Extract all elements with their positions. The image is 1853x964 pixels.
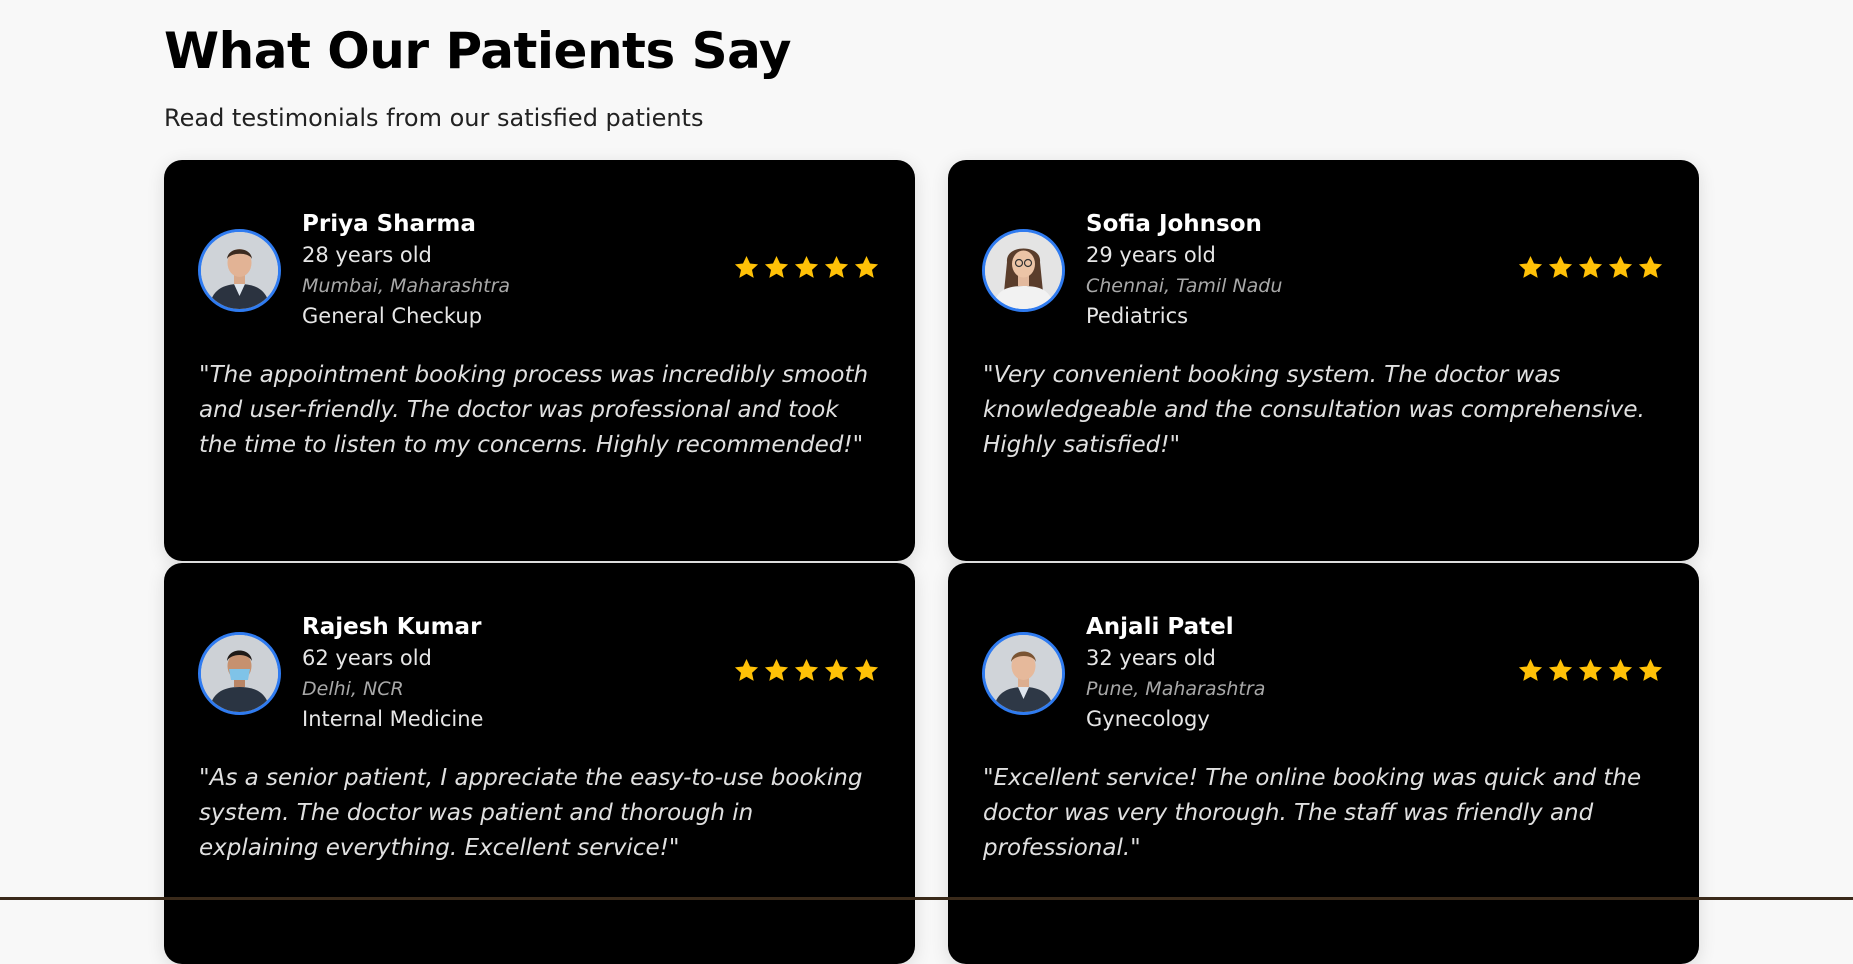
star-rating <box>1517 254 1664 281</box>
star-icon <box>793 254 820 281</box>
star-icon <box>1517 657 1544 684</box>
avatar <box>982 229 1065 312</box>
patient-info: Rajesh Kumar 62 years old Delhi, NCR Int… <box>302 611 483 735</box>
person-avatar-icon <box>201 232 278 309</box>
patient-info: Priya Sharma 28 years old Mumbai, Mahara… <box>302 208 510 332</box>
star-icon <box>793 657 820 684</box>
testimonial-quote: "Excellent service! The online booking w… <box>983 765 1642 861</box>
star-icon <box>1637 657 1664 684</box>
patient-age: 32 years old <box>1086 646 1216 670</box>
star-icon <box>763 254 790 281</box>
patient-name: Priya Sharma <box>302 211 476 237</box>
star-icon <box>763 657 790 684</box>
patient-location: Mumbai, Maharashtra <box>302 275 511 297</box>
star-icon <box>1577 657 1604 684</box>
star-icon <box>853 657 880 684</box>
testimonial-card: Priya Sharma 28 years old Mumbai, Mahara… <box>164 160 915 561</box>
patient-info: Sofia Johnson 29 years old Chennai, Tami… <box>1086 208 1282 332</box>
patient-location: Delhi, NCR <box>302 678 404 700</box>
testimonial-card: Rajesh Kumar 62 years old Delhi, NCR Int… <box>164 563 915 964</box>
testimonial-card: Sofia Johnson 29 years old Chennai, Tami… <box>948 160 1699 561</box>
avatar <box>198 229 281 312</box>
patient-specialty: General Checkup <box>302 304 483 328</box>
testimonial-quote: "Very convenient booking system. The doc… <box>983 362 1645 458</box>
star-icon <box>733 254 760 281</box>
patient-name: Sofia Johnson <box>1086 211 1262 237</box>
testimonial-quote: "The appointment booking process was inc… <box>199 362 869 458</box>
star-icon <box>823 657 850 684</box>
person-avatar-icon <box>201 635 278 712</box>
patient-specialty: Internal Medicine <box>302 707 484 731</box>
patient-location: Pune, Maharashtra <box>1086 678 1266 700</box>
star-icon <box>853 254 880 281</box>
star-icon <box>1547 657 1574 684</box>
star-icon <box>1607 254 1634 281</box>
star-icon <box>1517 254 1544 281</box>
star-icon <box>1607 657 1634 684</box>
patient-name: Rajesh Kumar <box>302 614 482 640</box>
patient-specialty: Gynecology <box>1086 707 1210 731</box>
section-title: What Our Patients Say <box>164 22 791 80</box>
star-rating <box>733 254 880 281</box>
section-subtitle: Read testimonials from our satisfied pat… <box>164 104 704 132</box>
person-avatar-icon <box>985 232 1062 309</box>
star-icon <box>1547 254 1574 281</box>
patient-specialty: Pediatrics <box>1086 304 1189 328</box>
patient-age: 29 years old <box>1086 243 1216 267</box>
star-rating <box>1517 657 1664 684</box>
star-icon <box>733 657 760 684</box>
star-rating <box>733 657 880 684</box>
patient-info: Anjali Patel 32 years old Pune, Maharash… <box>1086 611 1265 735</box>
patient-age: 28 years old <box>302 243 432 267</box>
avatar <box>982 632 1065 715</box>
patient-age: 62 years old <box>302 646 432 670</box>
star-icon <box>1637 254 1664 281</box>
avatar <box>198 632 281 715</box>
testimonial-quote: "As a senior patient, I appreciate the e… <box>199 765 863 861</box>
person-avatar-icon <box>985 635 1062 712</box>
patient-location: Chennai, Tamil Nadu <box>1086 275 1283 297</box>
star-icon <box>823 254 850 281</box>
patient-name: Anjali Patel <box>1086 614 1234 640</box>
testimonial-card: Anjali Patel 32 years old Pune, Maharash… <box>948 563 1699 964</box>
star-icon <box>1577 254 1604 281</box>
